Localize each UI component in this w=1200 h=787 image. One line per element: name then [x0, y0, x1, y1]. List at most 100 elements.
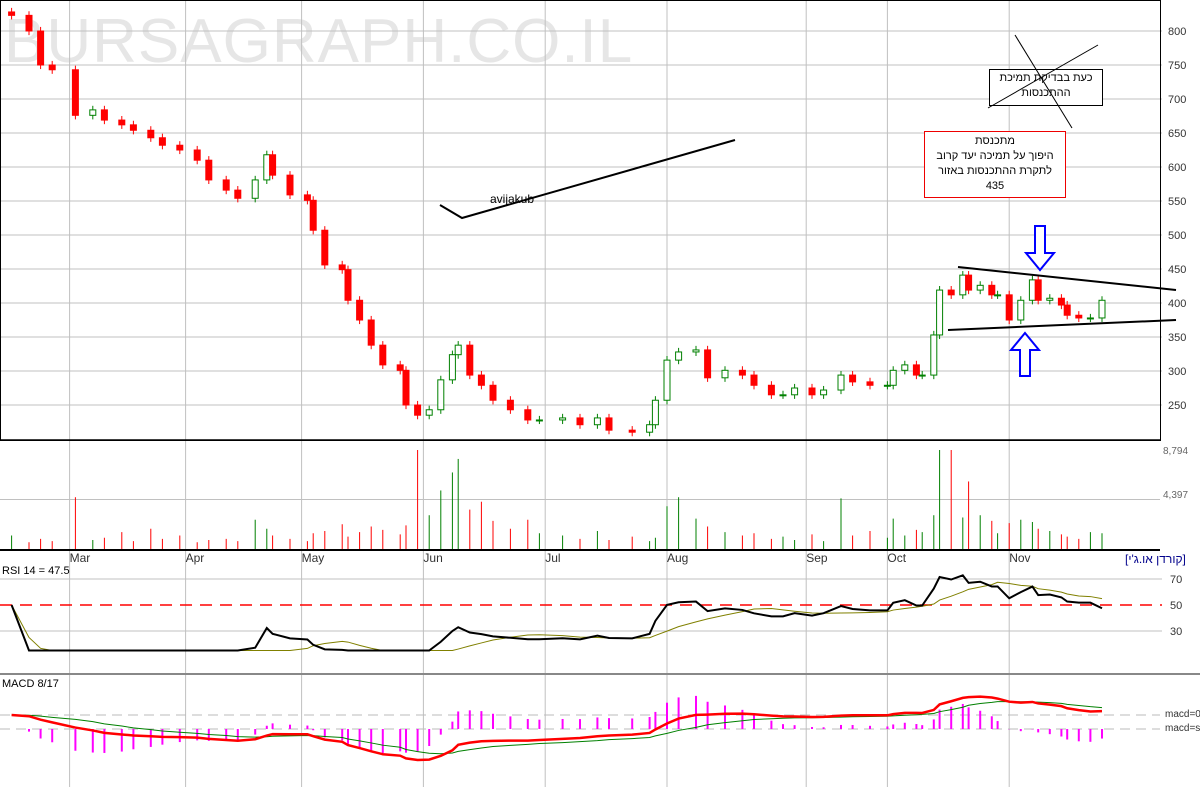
candle-body — [791, 387, 799, 396]
candle-body — [89, 109, 97, 116]
price-tick-label: 700 — [1168, 94, 1186, 106]
candle-body — [988, 284, 996, 296]
candle-body — [344, 269, 352, 301]
candle-body — [118, 119, 126, 126]
candle-body — [576, 417, 584, 426]
month-tick-label: Apr — [186, 551, 205, 565]
candle-body — [356, 299, 364, 321]
candle-body — [837, 374, 845, 391]
volume-tick-label: 4,397 — [1163, 490, 1188, 501]
author-annotation: avijakub — [490, 192, 535, 206]
candle-body — [1028, 279, 1036, 301]
rsi-tick-label: 30 — [1170, 626, 1182, 638]
candle-body — [721, 369, 729, 379]
price-tick-label: 550 — [1168, 196, 1186, 208]
candle-body — [379, 344, 387, 366]
candle-body — [918, 374, 926, 377]
candle-body — [251, 179, 259, 199]
month-tick-label: May — [302, 551, 325, 565]
rsi-line — [10, 574, 1103, 652]
price-tick-label: 650 — [1168, 128, 1186, 140]
candle-body — [965, 274, 973, 291]
candle-body — [147, 129, 155, 139]
candle-body — [414, 404, 422, 416]
month-tick-label: Nov — [1009, 551, 1030, 565]
candle-body — [269, 154, 277, 176]
candle-body — [738, 369, 746, 376]
candle-body — [303, 194, 311, 201]
month-tick-label: Jun — [423, 551, 442, 565]
candle-body — [222, 179, 230, 191]
month-tick-label: Mar — [70, 551, 91, 565]
candle-body — [25, 14, 33, 32]
security-label: [קורדן או.ג'י] — [1125, 552, 1186, 566]
candle-body — [1005, 294, 1013, 321]
price-tick-label: 750 — [1168, 60, 1186, 72]
red-note-line: היפוך על תמיכה יעד קרוב — [936, 150, 1054, 162]
crossed-note-box: כעת בבדיקת תמיכת ההתכנסות — [989, 69, 1103, 106]
stock-chart: BURSAGRAPH.CO.IL Mar Apr May Jun Jul Aug Sep Oc… — [0, 0, 1200, 787]
candle-body — [193, 149, 201, 161]
rsi-signal-line — [11, 581, 1103, 651]
macd-zero-label: macd=0 — [1165, 709, 1200, 720]
candle-body — [820, 389, 828, 396]
month-tick-label: Oct — [887, 551, 906, 565]
candle-body — [396, 364, 404, 371]
candle-body — [994, 294, 1002, 297]
candle-body — [454, 344, 462, 356]
candle-body — [309, 199, 317, 231]
candle-body — [628, 429, 636, 433]
candle-body — [976, 284, 984, 291]
candle-body — [8, 11, 16, 16]
candle-body — [425, 409, 433, 416]
candle-body — [437, 379, 445, 411]
candle-body — [849, 374, 857, 383]
candle-body — [129, 124, 137, 131]
candle-body — [912, 364, 920, 376]
candle-body — [936, 289, 944, 336]
candle-body — [930, 334, 938, 376]
price-tick-label: 800 — [1168, 26, 1186, 38]
red-note-line: לתקרת ההתכנסות באזור — [938, 165, 1052, 177]
candle-body — [1098, 299, 1106, 319]
candle-body — [263, 154, 271, 181]
candle-body — [466, 344, 474, 376]
candle-body — [402, 369, 410, 406]
candle-body — [750, 374, 758, 386]
candle-body — [889, 369, 897, 386]
candle-body — [1017, 299, 1025, 321]
candle-body — [593, 417, 601, 426]
candle-body — [338, 264, 346, 271]
candle-body — [559, 417, 567, 421]
price-tick-label: 300 — [1168, 366, 1186, 378]
candle-body — [866, 381, 874, 386]
candle-body — [205, 159, 213, 181]
chart-canvas: Mar Apr May Jun Jul Aug Sep Oct Nov 800 750 700 650 6… — [0, 0, 1200, 787]
candle-body — [535, 419, 543, 422]
candle-body — [1075, 314, 1083, 319]
price-tick-label: 350 — [1168, 332, 1186, 344]
month-tick-label: Jul — [545, 551, 560, 565]
candle-body — [808, 387, 816, 396]
red-note-box: מתכנסת היפוך על תמיכה יעד קרוב לתקרת ההת… — [924, 131, 1066, 198]
candle-body — [448, 354, 456, 381]
price-tick-label: 250 — [1168, 400, 1186, 412]
candle-body — [767, 384, 775, 396]
price-panel-border — [0, 0, 1161, 441]
candle-body — [1057, 297, 1065, 306]
candle-body — [651, 399, 659, 426]
candle-body — [605, 417, 613, 431]
crossed-note-line: ההתכנסות — [1021, 87, 1071, 99]
candle-body — [1034, 279, 1042, 301]
volume-tick-label: 8,794 — [1163, 446, 1188, 457]
price-tick-label: 400 — [1168, 298, 1186, 310]
macd-signal-label: macd=s — [1165, 723, 1200, 734]
candle-body — [477, 374, 485, 386]
candle-body — [1063, 304, 1071, 316]
candle-body — [704, 349, 712, 379]
candle-body — [883, 384, 891, 387]
rsi-tick-label: 70 — [1170, 574, 1182, 586]
price-tick-label: 600 — [1168, 162, 1186, 174]
macd-signal-line — [11, 701, 1103, 755]
candle-body — [901, 364, 909, 371]
